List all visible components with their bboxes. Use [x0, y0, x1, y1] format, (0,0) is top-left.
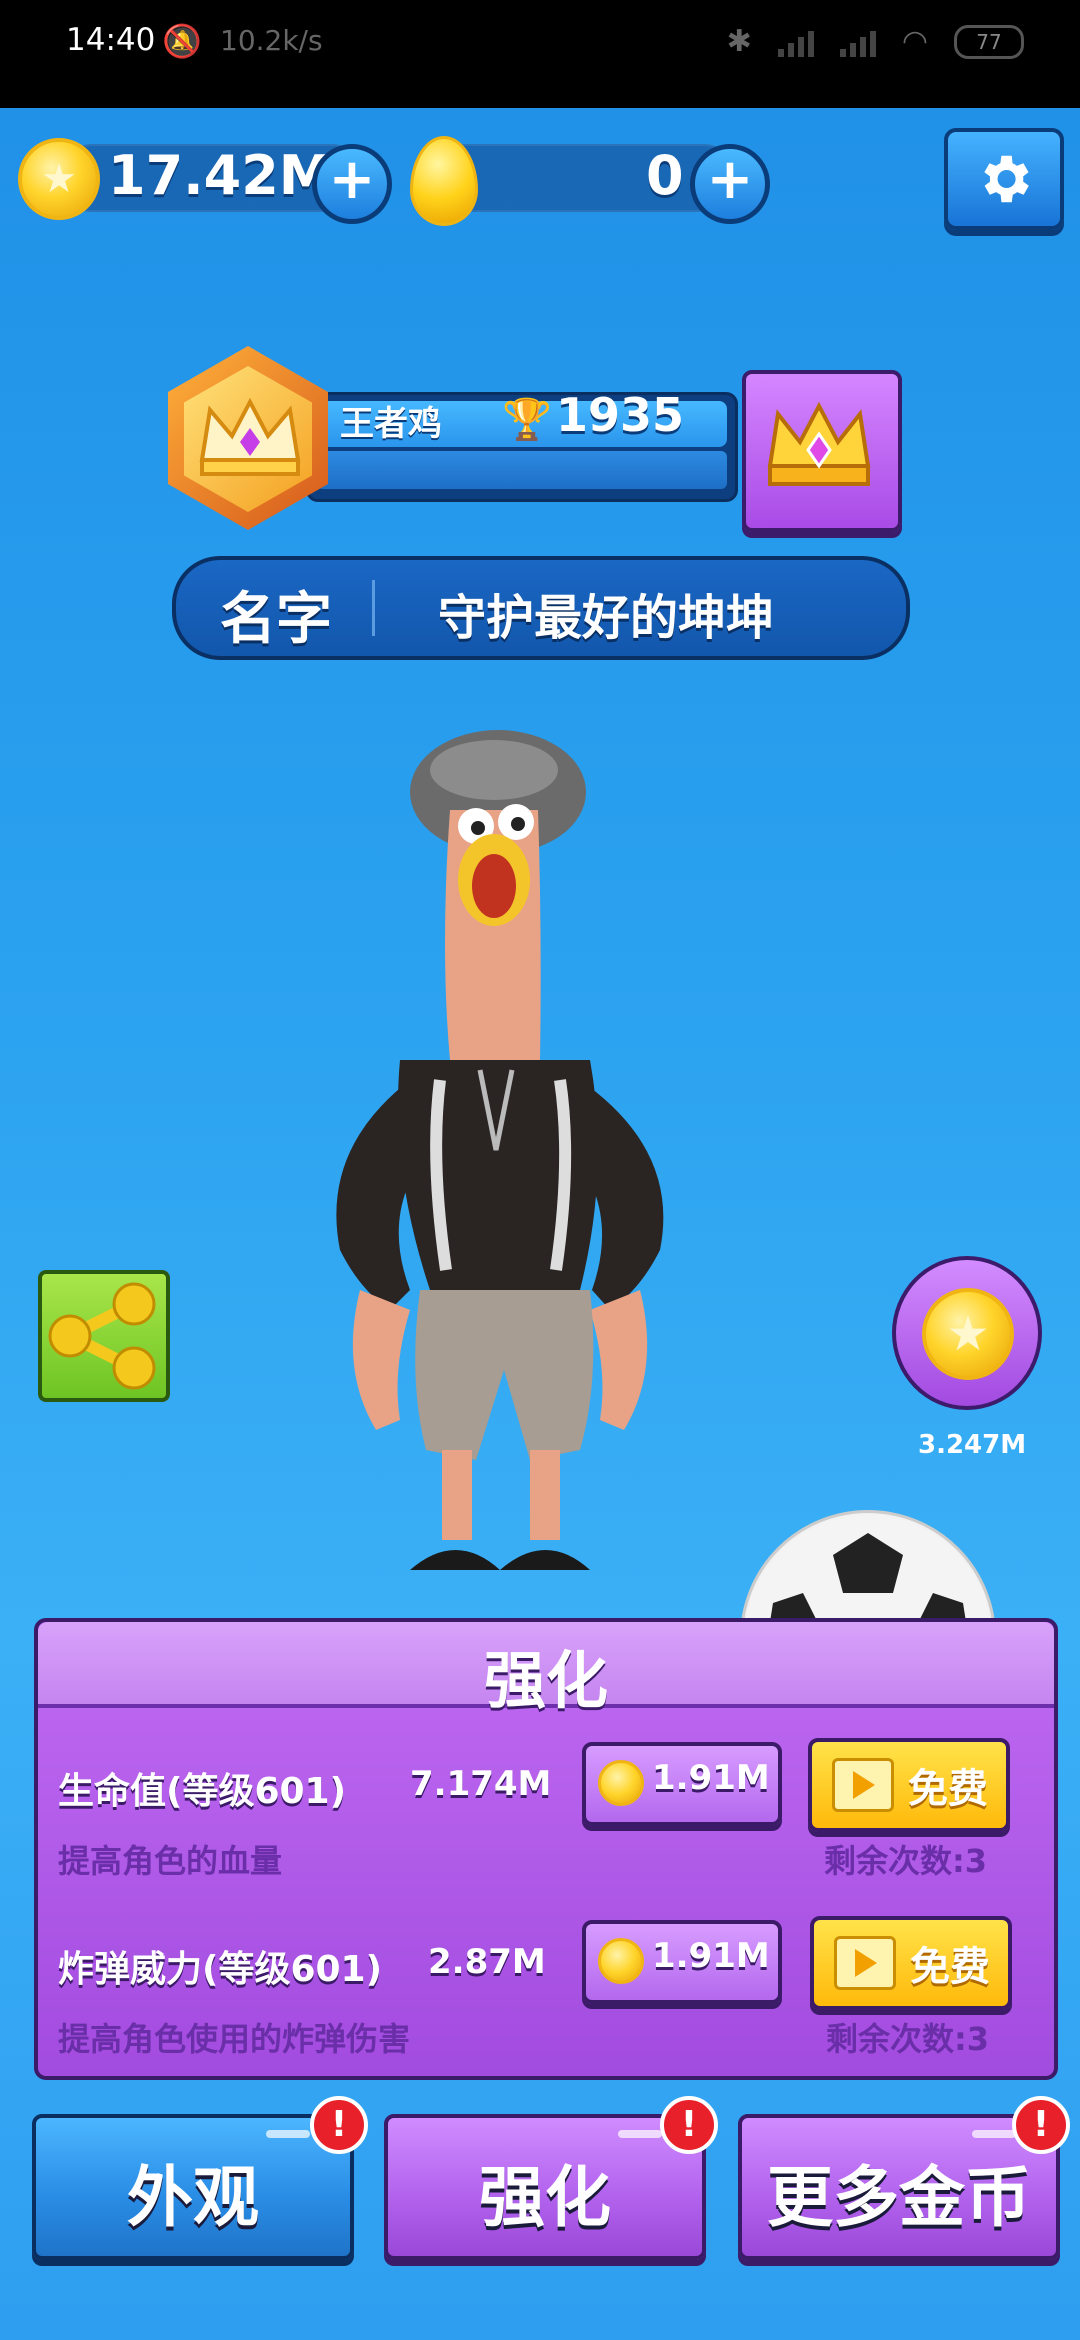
- rank-title: 王者鸡: [340, 404, 442, 444]
- upgrade-health-buy-button[interactable]: 1.91M: [582, 1742, 782, 1826]
- tab-label: 外观: [127, 2159, 259, 2236]
- gold-coin-icon: ★: [18, 138, 100, 220]
- crown-icon: [199, 397, 301, 476]
- remaining-count: 剩余次数:3: [824, 1842, 988, 1880]
- upgrade-name: 生命值(等级601): [58, 1771, 347, 1812]
- upgrade-description: 提高角色使用的炸弹伤害: [58, 2020, 411, 2058]
- upgrade-cost: 1.91M: [652, 1936, 770, 1976]
- trophy-icon: 🏆: [502, 397, 552, 443]
- player-name: 守护最好的坤坤: [438, 590, 775, 646]
- signal-icon: [777, 27, 814, 57]
- upgrade-health-free-button[interactable]: 免费: [808, 1738, 1010, 1832]
- upgrade-panel-title: 强化: [483, 1644, 608, 1717]
- chicken-character[interactable]: [280, 730, 720, 1600]
- settings-button[interactable]: [944, 128, 1064, 230]
- crown-icon: [767, 401, 871, 486]
- upgrade-value: 2.87M: [428, 1942, 546, 1982]
- player-name-bar[interactable]: 名字 守护最好的坤坤: [172, 556, 910, 660]
- gear-icon: [984, 155, 1029, 203]
- video-play-icon: [832, 1758, 894, 1812]
- bluetooth-icon: ✱: [726, 24, 752, 59]
- remaining-count: 剩余次数:3: [826, 2020, 990, 2058]
- free-label: 免费: [908, 1766, 988, 1812]
- rank-crown-button[interactable]: [742, 370, 902, 532]
- free-coin-bubble[interactable]: ★: [892, 1256, 1042, 1410]
- tab-label: 强化: [479, 2159, 611, 2236]
- upgrade-panel: 强化 生命值(等级601) 7.174M 提高角色的血量 1.91M 免费 剩余…: [34, 1618, 1058, 2080]
- upgrade-panel-header: 强化: [38, 1622, 1054, 1717]
- name-label: 名字: [220, 587, 332, 652]
- share-button[interactable]: [38, 1270, 170, 1402]
- upgrade-cost: 1.91M: [652, 1758, 770, 1798]
- network-speed: 10.2k/s: [220, 24, 323, 57]
- upgrade-bomb-buy-button[interactable]: 1.91M: [582, 1920, 782, 2004]
- video-play-icon: [834, 1936, 896, 1990]
- status-time: 14:40: [66, 22, 156, 58]
- coin-bubble-amount: 3.247M: [918, 1430, 1027, 1460]
- gold-coin-icon: [598, 1760, 644, 1806]
- status-bar: 14:40 🔕 10.2k/s ✱ ◠ 77: [0, 0, 1080, 108]
- share-icon: [48, 1282, 156, 1390]
- status-icons: ✱ ◠ 77: [727, 24, 1024, 59]
- gold-coin-icon: [598, 1938, 644, 1984]
- name-divider: [372, 580, 375, 636]
- battery-icon: 77: [954, 24, 1024, 59]
- upgrade-value: 7.174M: [410, 1764, 552, 1804]
- coin-amount: 17.42M: [108, 144, 333, 207]
- notification-badge: !: [1012, 2096, 1070, 2154]
- tab-appearance[interactable]: 外观: [32, 2114, 354, 2260]
- upgrade-name: 炸弹威力(等级601): [58, 1949, 383, 1990]
- wifi-icon: ◠: [901, 24, 928, 59]
- upgrade-description: 提高角色的血量: [58, 1842, 283, 1880]
- gold-coin-icon: ★: [922, 1288, 1014, 1380]
- rank-score: 1935: [556, 388, 685, 442]
- upgrade-bomb-free-button[interactable]: 免费: [810, 1916, 1012, 2010]
- tab-label: 更多金币: [767, 2159, 1031, 2236]
- signal-icon-2: [839, 27, 876, 57]
- tab-upgrade[interactable]: 强化: [384, 2114, 706, 2260]
- egg-amount: 0: [646, 144, 684, 207]
- free-label: 免费: [910, 1944, 990, 1990]
- add-eggs-button[interactable]: +: [690, 144, 770, 224]
- add-coins-button[interactable]: +: [312, 144, 392, 224]
- notification-badge: !: [660, 2096, 718, 2154]
- notification-badge: !: [310, 2096, 368, 2154]
- mute-bell-icon: 🔕: [162, 22, 202, 60]
- tab-more-coins[interactable]: 更多金币: [738, 2114, 1060, 2260]
